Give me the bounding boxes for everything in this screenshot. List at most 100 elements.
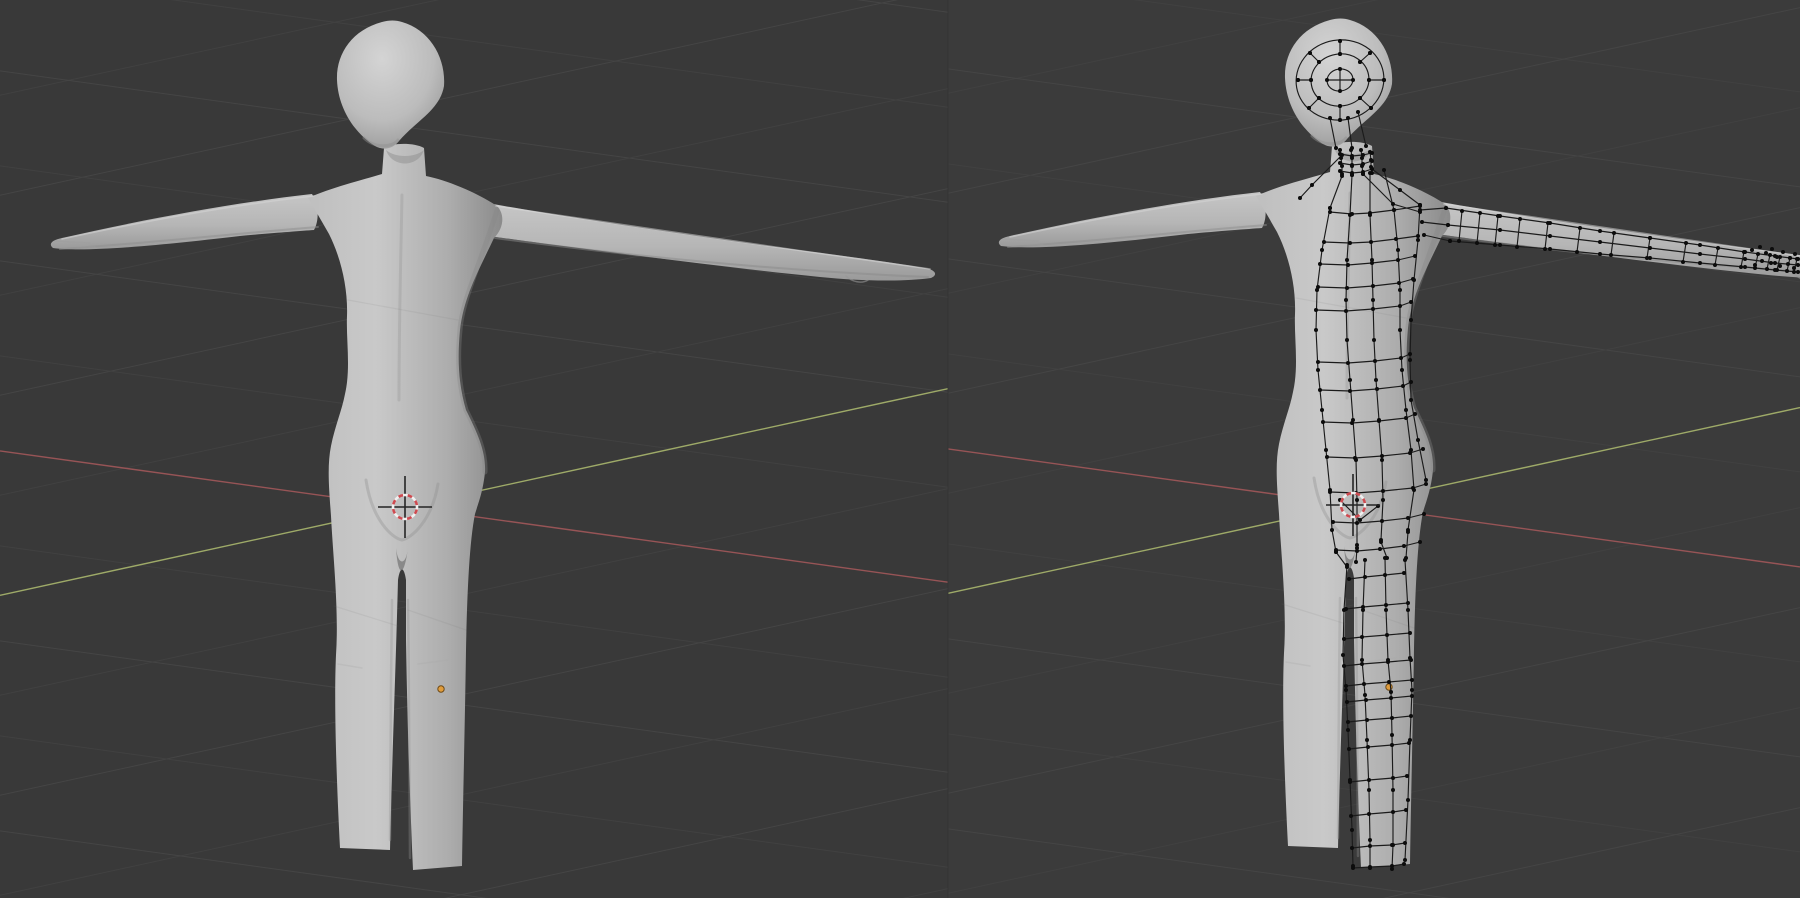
vertex-dot: [1385, 633, 1389, 637]
vertex-dot: [1444, 206, 1448, 210]
vertex-dot: [1382, 78, 1386, 82]
vertex-dot: [1389, 690, 1393, 694]
vertex-dot: [1406, 516, 1410, 520]
vertex-dot: [1320, 408, 1324, 412]
vertex-dot: [1424, 482, 1428, 486]
vertex-dot: [1320, 248, 1324, 252]
vertex-dot: [1350, 212, 1354, 216]
vertex-dot: [1338, 148, 1342, 152]
vertex-dot: [1793, 252, 1797, 256]
vertex-dot: [1410, 678, 1414, 682]
vertex-dot: [1575, 250, 1579, 254]
vertex-dot: [1408, 352, 1412, 356]
vertex-dot: [1389, 696, 1393, 700]
vertex-dot: [1367, 812, 1371, 816]
vertex-dot: [1338, 39, 1342, 43]
vertex-dot: [1362, 682, 1366, 686]
vertex-dot: [1346, 263, 1350, 267]
vertex-dot: [1411, 486, 1415, 490]
vertex-dot: [1316, 285, 1320, 289]
vertex-dot: [1645, 256, 1649, 260]
vertex-dot: [1398, 288, 1402, 292]
vertex-dot: [1713, 263, 1717, 267]
vertex-dot: [1334, 146, 1338, 150]
vertex-dot: [1756, 252, 1760, 256]
vertex-dot: [1448, 239, 1452, 243]
vertex-dot: [1781, 250, 1785, 254]
vertex-dot: [1358, 60, 1362, 64]
vertex-dot: [1698, 252, 1702, 256]
vertex-dot: [1370, 261, 1374, 265]
vertex-dot: [1406, 608, 1410, 612]
vertex-dot: [1788, 256, 1792, 260]
vertex-dot: [1386, 660, 1390, 664]
vertex-dot: [1406, 798, 1410, 802]
vertex-dot: [1314, 328, 1318, 332]
vertex-dot: [1408, 358, 1412, 362]
vertex-dot: [1351, 78, 1355, 82]
vertex-dot: [1743, 265, 1747, 269]
vertex-dot: [1387, 680, 1391, 684]
vertex-dot: [1296, 78, 1300, 82]
vertex-dot: [1368, 51, 1372, 55]
vertex-dot: [1648, 236, 1652, 240]
vertex-dot: [1546, 221, 1550, 225]
vertex-dot: [1338, 161, 1342, 165]
vertex-dot: [1298, 196, 1302, 200]
vertex-dot: [1364, 698, 1368, 702]
viewport-svg[interactable]: [0, 0, 1800, 898]
vertex-dot: [1348, 780, 1352, 784]
vertex-dot: [1399, 356, 1403, 360]
vertex-dot: [1371, 307, 1375, 311]
vertex-dot: [1360, 658, 1364, 662]
vertex-dot: [1792, 270, 1796, 274]
vertex-dot: [1681, 260, 1685, 264]
vertex-dot: [1348, 241, 1352, 245]
viewport-canvas[interactable]: [0, 0, 1800, 898]
vertex-dot: [1367, 788, 1371, 792]
vertex-dot: [1341, 653, 1345, 657]
vertex-dot: [1792, 266, 1796, 270]
vertex-dot: [1418, 204, 1422, 208]
vertex-dot: [1498, 243, 1502, 247]
vertex-dot: [1420, 220, 1424, 224]
vertex-dot: [1411, 277, 1415, 281]
vertex-dot: [1338, 118, 1342, 122]
vertex-dot: [1409, 714, 1413, 718]
vertex-dot: [1739, 265, 1743, 269]
vertex-dot: [1410, 688, 1414, 692]
vertex-dot: [1413, 412, 1417, 416]
vertex-dot: [1409, 300, 1413, 304]
vertex-dot: [1368, 838, 1372, 842]
vertex-dot: [1346, 361, 1350, 365]
vertex-dot: [1769, 261, 1773, 265]
vertex-dot: [1765, 267, 1769, 271]
vertex-dot: [1361, 172, 1365, 176]
vertex-dot: [1391, 810, 1395, 814]
vertex-dot: [1368, 171, 1372, 175]
vertex-dot: [1416, 238, 1420, 242]
vertex-dot: [1350, 846, 1354, 850]
vertex-dot: [1796, 263, 1800, 267]
vertex-dot: [1358, 96, 1362, 100]
vertex-dot: [1402, 571, 1406, 575]
vertex-dot: [1363, 558, 1367, 562]
vertex-dot: [1391, 788, 1395, 792]
vertex-dot: [1369, 240, 1373, 244]
vertex-dot: [1353, 456, 1357, 460]
vertex-dot: [1363, 575, 1367, 579]
vertex-dot: [1334, 550, 1338, 554]
vertex-dot: [1390, 843, 1394, 847]
vertex-dot: [1384, 603, 1388, 607]
vertex-dot: [1548, 234, 1552, 238]
vertex-dot: [1422, 512, 1426, 516]
vertex-dot: [1346, 728, 1350, 732]
vertex-dot: [1416, 234, 1420, 238]
vertex-dot: [1344, 684, 1348, 688]
vertex-dot: [1391, 776, 1395, 780]
vertex-dot: [1380, 458, 1384, 462]
vertex-dot: [1364, 144, 1368, 148]
vertex-dot: [1743, 257, 1747, 261]
vertex-dot: [1390, 733, 1394, 737]
vertex-dot: [1406, 530, 1410, 534]
